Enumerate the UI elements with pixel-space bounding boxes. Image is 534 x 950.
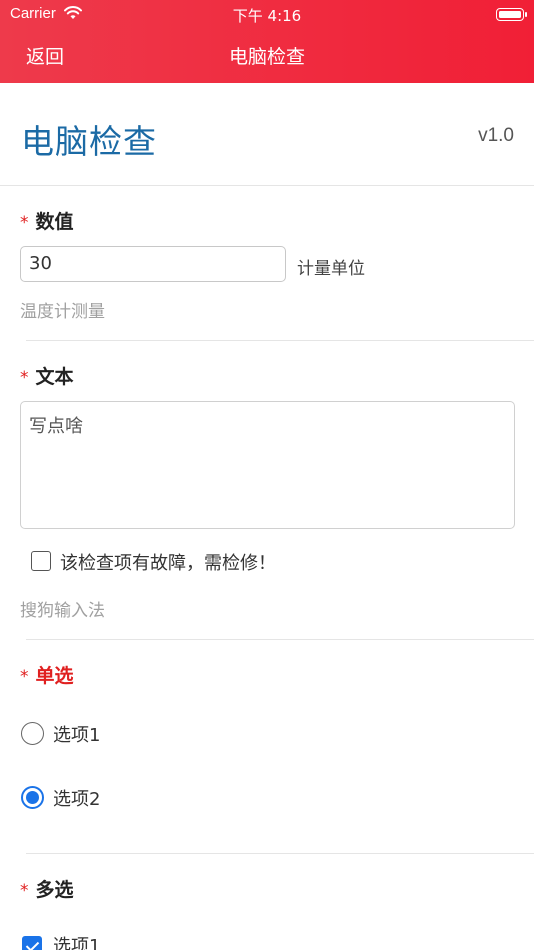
- multi-choice-label: * 多选: [20, 879, 74, 901]
- nav-title: 电脑检查: [228, 46, 305, 68]
- fault-checkbox[interactable]: [31, 551, 51, 571]
- divider: [26, 853, 534, 854]
- status-bar: Carrier 下午 4:16: [0, 4, 534, 25]
- multi-option-1-label[interactable]: 选项1: [53, 932, 100, 950]
- required-mark: *: [20, 667, 29, 687]
- numeric-input[interactable]: 30: [20, 246, 286, 282]
- text-field-label: * 文本: [20, 366, 74, 388]
- radio-option-1-label[interactable]: 选项1: [53, 721, 100, 747]
- status-time: 下午 4:16: [232, 7, 302, 25]
- required-mark: *: [20, 213, 29, 233]
- page-header: 电脑检查 v1.0: [0, 83, 534, 186]
- text-area[interactable]: 写点啥: [20, 401, 515, 529]
- input-method-hint: 搜狗输入法: [20, 601, 105, 621]
- single-choice-label: * 单选: [20, 665, 74, 687]
- radio-option-2-label[interactable]: 选项2: [53, 785, 100, 811]
- required-mark: *: [20, 368, 29, 388]
- numeric-field-label: * 数值: [20, 211, 74, 233]
- required-mark: *: [20, 881, 29, 901]
- radio-option-2[interactable]: [21, 786, 44, 809]
- page-title: 电脑检查: [21, 122, 157, 161]
- battery-icon: [496, 8, 527, 21]
- unit-label: 计量单位: [297, 259, 365, 279]
- version-label: v1.0: [478, 125, 514, 146]
- multi-option-1-checkbox[interactable]: [22, 936, 42, 950]
- radio-option-1[interactable]: [21, 722, 44, 745]
- numeric-hint: 温度计测量: [20, 302, 105, 322]
- divider: [26, 639, 534, 640]
- top-bar: Carrier 下午 4:16 返回 电脑检查: [0, 0, 534, 83]
- fault-checkbox-label[interactable]: 该检查项有故障，需检修！: [60, 549, 276, 575]
- divider: [26, 340, 534, 341]
